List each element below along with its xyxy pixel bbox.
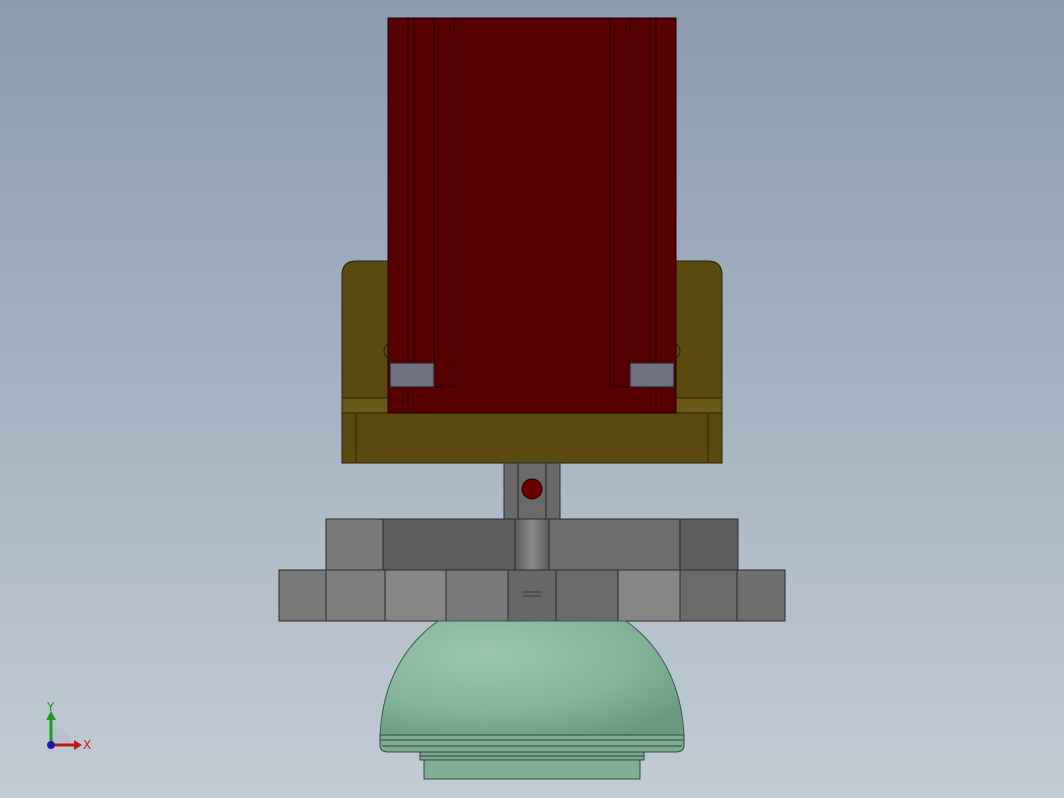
y-axis-label: Y (46, 700, 55, 714)
x-axis-label: X (83, 738, 91, 752)
cylinder-body (387, 17, 677, 414)
gripper-lower-block (278, 569, 786, 622)
suction-cup (379, 620, 685, 780)
coordinate-triad: Y X (46, 700, 91, 752)
cad-model-view[interactable]: Y X (0, 0, 1064, 798)
triad-plane-icon (51, 725, 71, 745)
piston-shaft (503, 462, 561, 520)
z-axis-dot (47, 741, 55, 749)
3d-viewport[interactable]: Y X (0, 0, 1064, 798)
gripper-upper-block (325, 518, 739, 571)
